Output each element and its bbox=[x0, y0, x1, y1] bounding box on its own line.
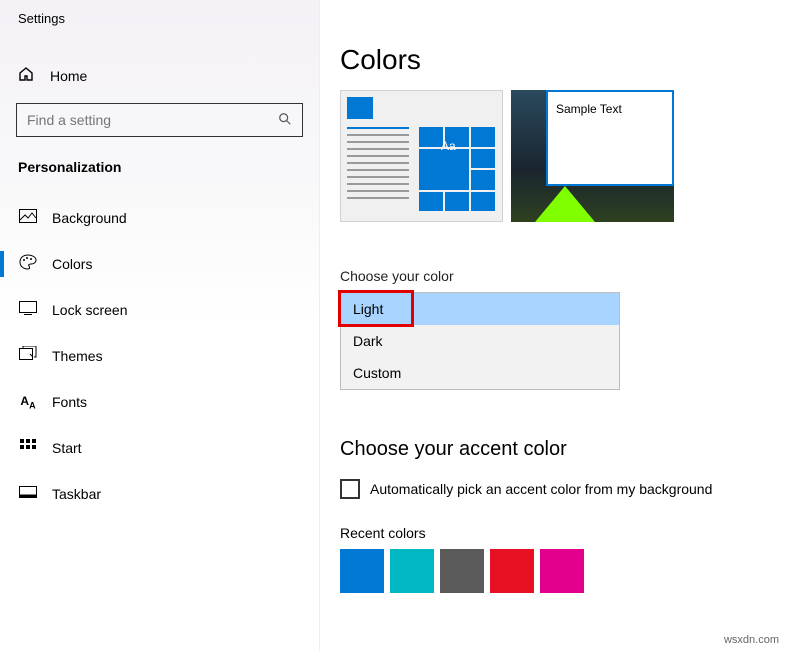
recent-colors-label: Recent colors bbox=[340, 525, 788, 541]
recent-colors-row bbox=[340, 549, 788, 593]
sidebar-item-start[interactable]: Start bbox=[0, 425, 319, 471]
auto-pick-row[interactable]: Automatically pick an accent color from … bbox=[340, 479, 788, 499]
watermark: wsxdn.com bbox=[721, 633, 782, 647]
taskbar-icon bbox=[18, 485, 38, 503]
sample-text-label: Sample Text bbox=[548, 92, 672, 126]
color-swatch[interactable] bbox=[340, 549, 384, 593]
sidebar: Settings Home Personalization Background… bbox=[0, 0, 320, 651]
home-icon bbox=[18, 66, 36, 85]
color-dropdown[interactable]: Light Dark Custom bbox=[340, 292, 620, 390]
nav-label: Colors bbox=[52, 256, 92, 272]
auto-pick-label: Automatically pick an accent color from … bbox=[370, 481, 712, 497]
search-input[interactable] bbox=[27, 112, 278, 128]
nav-label: Themes bbox=[52, 348, 103, 364]
dropdown-option-light[interactable]: Light bbox=[341, 293, 619, 325]
nav-list: Background Colors Lock screen Themes AA … bbox=[0, 195, 319, 517]
preview-light: Aa bbox=[340, 90, 503, 222]
color-swatch[interactable] bbox=[490, 549, 534, 593]
themes-icon bbox=[18, 346, 38, 367]
start-icon bbox=[18, 439, 38, 458]
sidebar-item-themes[interactable]: Themes bbox=[0, 333, 319, 379]
home-nav[interactable]: Home bbox=[0, 56, 319, 95]
nav-label: Start bbox=[52, 440, 82, 456]
accent-color-title: Choose your accent color bbox=[340, 438, 788, 461]
sidebar-item-colors[interactable]: Colors bbox=[0, 241, 319, 287]
preview-dark: Sample Text bbox=[511, 90, 674, 222]
main-content: Colors Aa Sample Text Choose your color … bbox=[340, 0, 788, 593]
search-box[interactable] bbox=[16, 103, 303, 137]
dropdown-option-custom[interactable]: Custom bbox=[341, 357, 619, 389]
preview-window: Sample Text bbox=[546, 90, 674, 186]
lockscreen-icon bbox=[18, 301, 38, 320]
nav-label: Fonts bbox=[52, 394, 87, 410]
home-label: Home bbox=[50, 68, 87, 84]
image-icon bbox=[18, 209, 38, 228]
nav-label: Lock screen bbox=[52, 302, 127, 318]
tent-icon bbox=[535, 186, 595, 222]
preview-aa: Aa bbox=[441, 139, 456, 153]
sidebar-item-background[interactable]: Background bbox=[0, 195, 319, 241]
choose-color-label: Choose your color bbox=[340, 268, 788, 284]
nav-label: Background bbox=[52, 210, 127, 226]
section-label: Personalization bbox=[0, 137, 319, 187]
search-icon bbox=[278, 112, 292, 129]
app-title: Settings bbox=[0, 0, 319, 26]
color-swatch[interactable] bbox=[390, 549, 434, 593]
preview-row: Aa Sample Text bbox=[340, 90, 788, 222]
dropdown-option-dark[interactable]: Dark bbox=[341, 325, 619, 357]
sidebar-item-taskbar[interactable]: Taskbar bbox=[0, 471, 319, 517]
fonts-icon: AA bbox=[18, 394, 38, 410]
color-swatch[interactable] bbox=[540, 549, 584, 593]
color-swatch[interactable] bbox=[440, 549, 484, 593]
page-title: Colors bbox=[340, 44, 788, 76]
sidebar-item-lockscreen[interactable]: Lock screen bbox=[0, 287, 319, 333]
palette-icon bbox=[18, 254, 38, 275]
auto-pick-checkbox[interactable] bbox=[340, 479, 360, 499]
sidebar-item-fonts[interactable]: AA Fonts bbox=[0, 379, 319, 425]
nav-label: Taskbar bbox=[52, 486, 101, 502]
